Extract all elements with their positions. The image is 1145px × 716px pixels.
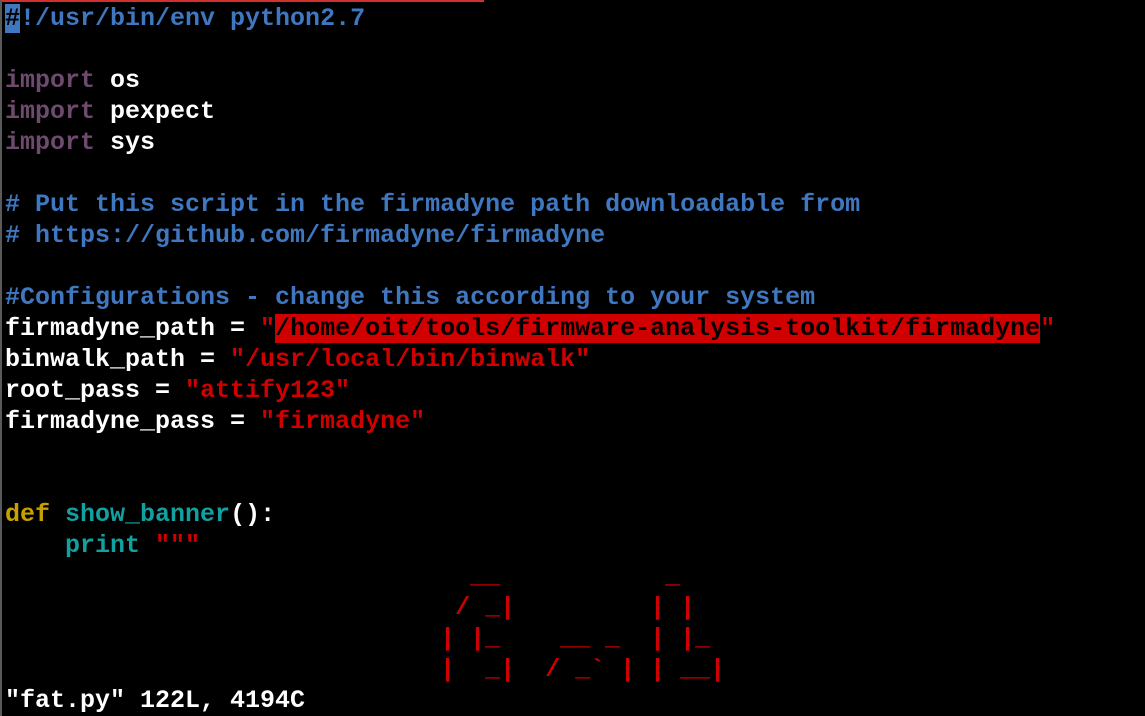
variable-name: root_pass =	[5, 376, 186, 405]
status-line: "fat.py" 122L, 4194C	[5, 686, 306, 715]
module-name: os	[110, 66, 141, 95]
module-name: sys	[110, 128, 156, 157]
print-line: print """	[5, 530, 1055, 561]
variable-name: binwalk_path =	[5, 345, 231, 374]
cursor: #	[5, 4, 21, 33]
function-signature: ():	[230, 500, 276, 529]
string-open: """	[140, 531, 201, 560]
search-match-highlight: /home/oit/tools/firmware-analysis-toolki…	[275, 314, 1041, 343]
string-value: "attify123"	[185, 376, 351, 405]
comment-line: # https://github.com/firmadyne/firmadyne	[5, 221, 606, 250]
import-line: import os	[5, 65, 1055, 96]
assignment-line: firmadyne_pass = "firmadyne"	[5, 406, 1055, 437]
ascii-art-line: | |_ __ _ | |_	[5, 624, 711, 653]
ascii-art-line: / _| | |	[5, 593, 696, 622]
import-keyword: import	[5, 97, 96, 126]
ascii-art-line: __ _	[5, 562, 681, 591]
def-keyword: def	[5, 500, 51, 529]
print-keyword: print	[65, 531, 141, 560]
assignment-line: root_pass = "attify123"	[5, 375, 1055, 406]
comment-line: #Configurations - change this according …	[5, 283, 816, 312]
import-line: import pexpect	[5, 96, 1055, 127]
import-keyword: import	[5, 128, 96, 157]
terminal-window[interactable]: #!/usr/bin/env python2.7 import os impor…	[0, 0, 1145, 716]
comment-line: # Put this script in the firmadyne path …	[5, 190, 861, 219]
shebang-line: #!/usr/bin/env python2.7	[5, 3, 1055, 34]
assignment-line: binwalk_path = "/usr/local/bin/binwalk"	[5, 344, 1055, 375]
quote: "	[260, 314, 276, 343]
import-keyword: import	[5, 66, 96, 95]
shebang-text: !/usr/bin/env python2.7	[20, 4, 366, 33]
ascii-art-line: | _| / _` | | __|	[5, 655, 726, 684]
editor-buffer[interactable]: #!/usr/bin/env python2.7 import os impor…	[5, 3, 1055, 685]
def-line: def show_banner():	[5, 499, 1055, 530]
title-accent-bar	[2, 0, 484, 2]
variable-name: firmadyne_pass =	[5, 407, 261, 436]
string-value: "firmadyne"	[260, 407, 426, 436]
variable-name: firmadyne_path =	[5, 314, 261, 343]
quote: "	[1040, 314, 1056, 343]
assignment-line: firmadyne_path = "/home/oit/tools/firmwa…	[5, 313, 1055, 344]
function-name: show_banner	[65, 500, 231, 529]
import-line: import sys	[5, 127, 1055, 158]
string-value: "/usr/local/bin/binwalk"	[230, 345, 591, 374]
module-name: pexpect	[110, 97, 216, 126]
